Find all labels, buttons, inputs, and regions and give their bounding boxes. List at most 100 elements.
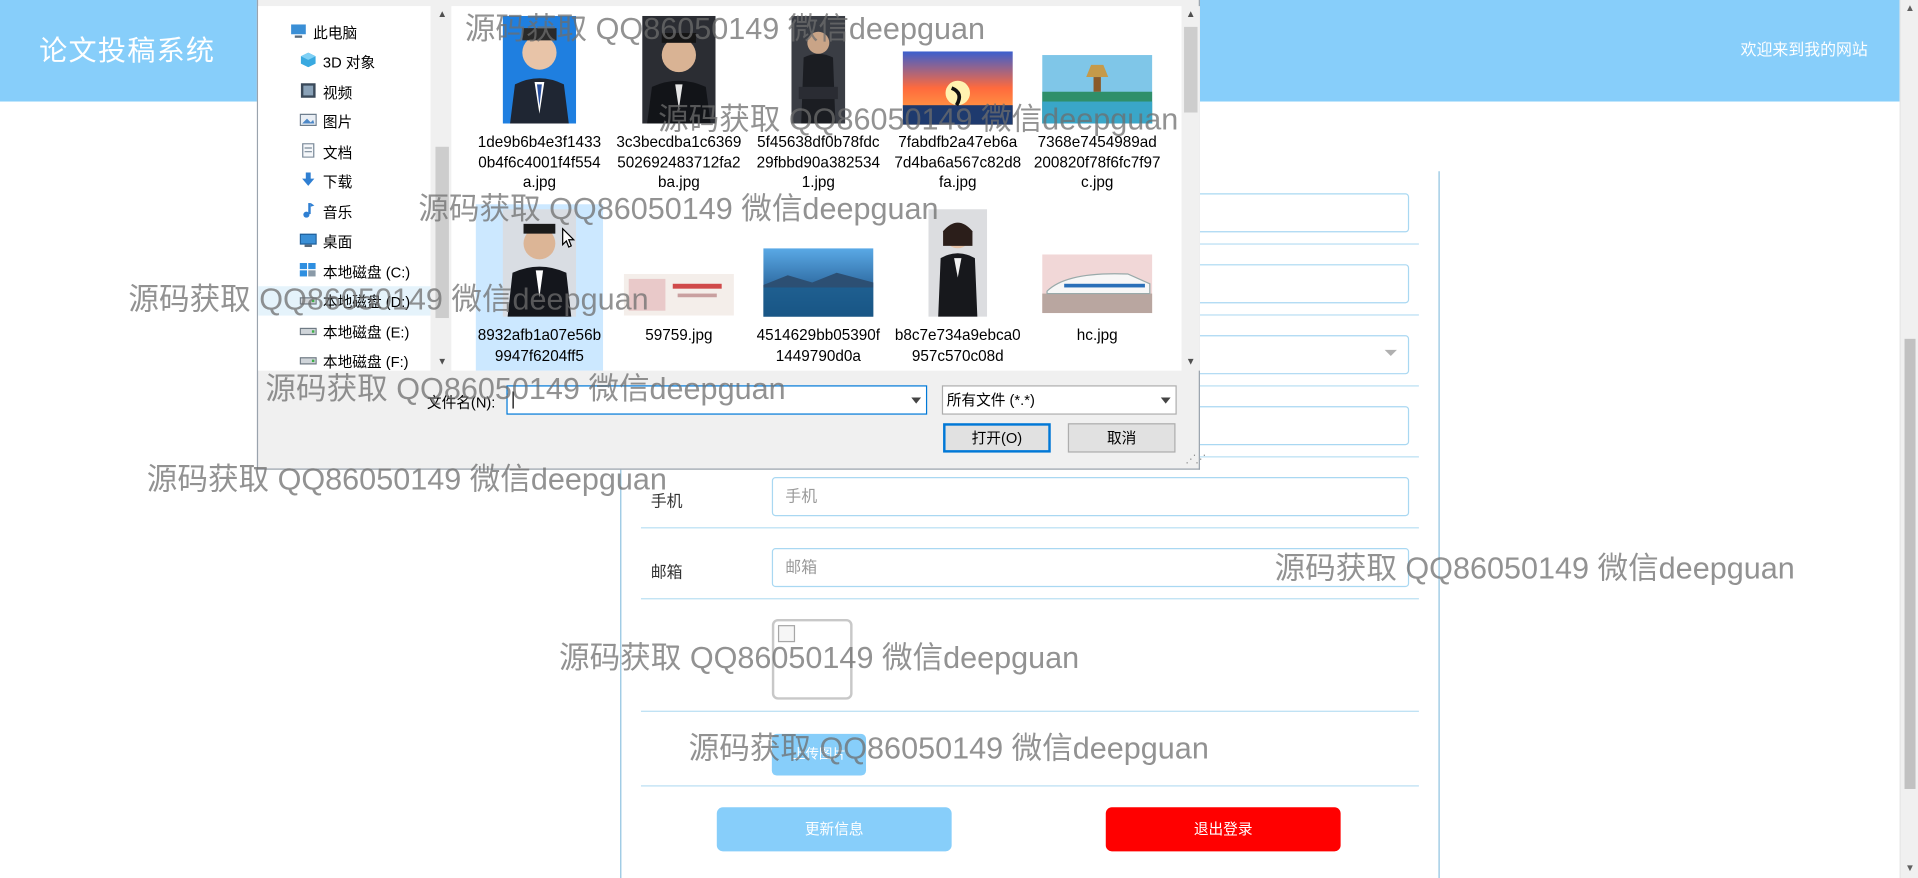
logout-button[interactable]: 退出登录 bbox=[1105, 807, 1341, 852]
email-label: 邮箱 bbox=[650, 562, 683, 582]
panel-border-right bbox=[1438, 171, 1440, 878]
file-name: hc.jpg bbox=[1076, 326, 1118, 344]
nav-item-drive-f[interactable]: 本地磁盘 (F:) bbox=[258, 346, 430, 371]
resize-grip-icon[interactable]: ⋰⋰ bbox=[1185, 453, 1206, 466]
file-item[interactable]: 8932afb1a07e56b9947f6204ff5 bbox=[475, 204, 604, 371]
file-item[interactable]: 59759.jpg bbox=[615, 204, 742, 370]
file-name: 7fabdfb2a47eb6a7d4ba6a567c82d8fa.jpg bbox=[894, 133, 1022, 191]
phone-label: 手机 bbox=[650, 491, 683, 511]
nav-item-drive-e[interactable]: 本地磁盘 (E:) bbox=[258, 317, 430, 346]
phone-input[interactable]: 手机 bbox=[771, 477, 1410, 517]
nav-item-label: 本地磁盘 (E:) bbox=[322, 324, 410, 342]
nav-item-music[interactable]: 音乐 bbox=[258, 197, 430, 226]
pictures-icon bbox=[299, 113, 317, 126]
file-name: 5f45638df0b78fdc29fbbd90a3825341.jpg bbox=[756, 133, 880, 191]
file-type-value: 所有文件 (*.*) bbox=[946, 391, 1035, 409]
nav-pane: 此电脑 3D 对象 视频 图片 文档 下载 音乐 桌面 本地磁盘 (C:) 本地… bbox=[258, 6, 431, 371]
file-list-pane: 1de9b6b4e3f14330b4f6c4001f4f554a.jpg 3c3… bbox=[451, 6, 1182, 371]
file-name: 1de9b6b4e3f14330b4f6c4001f4f554a.jpg bbox=[477, 133, 602, 191]
nav-item-label: 此电脑 bbox=[313, 24, 358, 42]
filename-label: 文件名(N): bbox=[426, 393, 496, 411]
3d-objects-icon bbox=[300, 52, 316, 68]
file-name: 8932afb1a07e56b9947f6204ff5 bbox=[477, 326, 602, 364]
open-button[interactable]: 打开(O) bbox=[943, 423, 1051, 453]
file-name: 3c3becdba1c6369502692483712fa2ba.jpg bbox=[616, 133, 742, 191]
scroll-down-arrow-icon[interactable]: ▼ bbox=[1901, 860, 1918, 877]
nav-item-label: 下载 bbox=[322, 173, 353, 191]
scroll-up-arrow-icon[interactable]: ▲ bbox=[1182, 6, 1200, 23]
nav-scrollbar[interactable]: ▲ ▼ bbox=[433, 6, 452, 371]
file-thumbnail bbox=[928, 209, 988, 317]
upload-image-button[interactable]: 上传图片 bbox=[771, 733, 867, 776]
nav-item-documents[interactable]: 文档 bbox=[258, 137, 430, 166]
file-list-scrollbar[interactable]: ▲ ▼ bbox=[1181, 6, 1200, 371]
scroll-up-arrow-icon[interactable]: ▲ bbox=[433, 6, 451, 23]
page-scrollbar[interactable]: ▲ ▼ bbox=[1899, 0, 1918, 878]
nav-item-label: 本地磁盘 (F:) bbox=[322, 353, 409, 371]
file-thumbnail bbox=[502, 15, 577, 124]
file-thumbnail bbox=[902, 51, 1013, 125]
file-thumbnail bbox=[502, 209, 577, 317]
desktop-icon bbox=[299, 233, 317, 248]
file-thumbnail bbox=[623, 273, 734, 316]
nav-item-desktop[interactable]: 桌面 bbox=[258, 226, 430, 255]
file-name: b8c7e734a9ebca0957c570c08d bbox=[894, 326, 1021, 364]
file-item[interactable]: 5f45638df0b78fdc29fbbd90a3825341.jpg bbox=[755, 6, 882, 191]
nav-item-drive-d[interactable]: 本地磁盘 (D:) bbox=[258, 286, 431, 316]
file-item[interactable]: 7fabdfb2a47eb6a7d4ba6a567c82d8fa.jpg bbox=[894, 6, 1021, 191]
file-open-dialog: 此电脑 3D 对象 视频 图片 文档 下载 音乐 桌面 本地磁盘 (C:) 本地… bbox=[256, 0, 1206, 470]
file-thumbnail bbox=[1042, 55, 1153, 124]
nav-item-drive-c[interactable]: 本地磁盘 (C:) bbox=[258, 257, 430, 286]
nav-item-label: 图片 bbox=[322, 113, 353, 131]
file-thumbnail bbox=[642, 15, 716, 124]
nav-item-3d-objects[interactable]: 3D 对象 bbox=[258, 46, 430, 75]
documents-icon bbox=[302, 143, 315, 158]
page-scrollbar-thumb[interactable] bbox=[1904, 338, 1916, 789]
site-title: 论文投稿系统 bbox=[39, 34, 216, 67]
chevron-down-icon[interactable] bbox=[911, 397, 922, 404]
downloads-icon bbox=[302, 172, 315, 186]
email-input[interactable]: 邮箱 bbox=[771, 547, 1410, 588]
nav-item-label: 音乐 bbox=[322, 204, 353, 222]
nav-item-videos[interactable]: 视频 bbox=[258, 77, 430, 106]
nav-item-pictures[interactable]: 图片 bbox=[258, 106, 430, 135]
filename-input[interactable] bbox=[506, 385, 928, 415]
file-name: 4514629bb05390f1449790d0a bbox=[756, 326, 880, 364]
file-thumbnail bbox=[1042, 254, 1153, 314]
scroll-down-arrow-icon[interactable]: ▼ bbox=[433, 354, 451, 371]
mouse-cursor-icon bbox=[562, 227, 576, 248]
nav-item-label: 本地磁盘 (D:) bbox=[322, 293, 411, 311]
file-type-select[interactable]: 所有文件 (*.*) bbox=[941, 385, 1177, 415]
file-name: 7368e7454989ad200820f78f6fc7f97c.jpg bbox=[1033, 133, 1161, 191]
nav-item-label: 3D 对象 bbox=[322, 53, 376, 71]
file-item[interactable]: 4514629bb05390f1449790d0a bbox=[755, 204, 882, 370]
nav-item-label: 视频 bbox=[322, 84, 353, 102]
videos-icon bbox=[300, 83, 316, 98]
file-name: 59759.jpg bbox=[645, 326, 713, 344]
screen: 论文投稿系统 欢迎来到我的网站 ▲ ▼ 手机 手机 邮箱 邮箱 上传图片 更新信… bbox=[0, 0, 1918, 878]
file-thumbnail bbox=[791, 15, 846, 124]
file-list-scrollbar-thumb[interactable] bbox=[1184, 26, 1198, 113]
file-item[interactable]: b8c7e734a9ebca0957c570c08d bbox=[894, 204, 1021, 370]
cancel-button[interactable]: 取消 bbox=[1067, 423, 1176, 453]
nav-item-this-pc[interactable]: 此电脑 bbox=[258, 17, 430, 46]
computer-icon bbox=[291, 24, 306, 38]
drive-icon bbox=[299, 327, 317, 336]
file-item[interactable]: 1de9b6b4e3f14330b4f6c4001f4f554a.jpg bbox=[476, 6, 603, 191]
nav-item-downloads[interactable]: 下载 bbox=[258, 166, 430, 195]
music-icon bbox=[303, 203, 315, 218]
file-item[interactable]: 3c3becdba1c6369502692483712fa2ba.jpg bbox=[615, 6, 742, 191]
file-item[interactable]: hc.jpg bbox=[1034, 204, 1161, 370]
file-item[interactable]: 7368e7454989ad200820f78f6fc7f97c.jpg bbox=[1034, 6, 1161, 191]
nav-scrollbar-thumb[interactable] bbox=[435, 146, 449, 319]
update-info-button[interactable]: 更新信息 bbox=[716, 807, 952, 852]
windows-drive-icon bbox=[299, 262, 316, 277]
nav-item-label: 文档 bbox=[322, 144, 353, 162]
form-divider bbox=[640, 710, 1419, 712]
text-caret bbox=[512, 391, 514, 409]
scroll-up-arrow-icon[interactable]: ▲ bbox=[1901, 0, 1918, 17]
scroll-down-arrow-icon[interactable]: ▼ bbox=[1182, 354, 1200, 371]
file-thumbnail bbox=[763, 248, 874, 317]
drive-icon bbox=[299, 297, 317, 305]
form-divider bbox=[640, 527, 1419, 529]
